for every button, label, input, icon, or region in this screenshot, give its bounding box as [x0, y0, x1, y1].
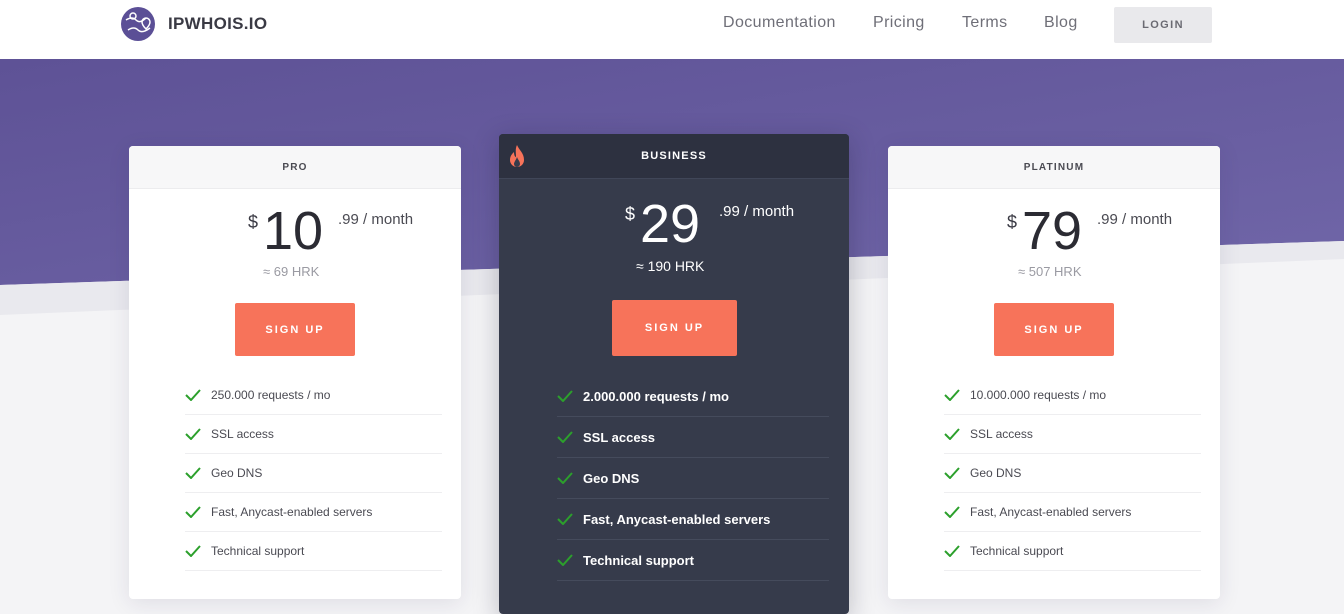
feature-label: SSL access — [211, 427, 274, 441]
feature-item: 10.000.000 requests / mo — [944, 376, 1201, 415]
feature-item: Technical support — [944, 532, 1201, 571]
plan-card-business: BUSINESS $ 29 .99 / month ≈ 190 HRK SIGN… — [499, 134, 849, 614]
feature-label: Geo DNS — [583, 470, 640, 486]
plan-header: BUSINESS — [499, 134, 849, 179]
feature-item: SSL access — [944, 415, 1201, 454]
check-icon — [944, 467, 960, 479]
check-icon — [944, 506, 960, 518]
feature-item: Geo DNS — [185, 454, 442, 493]
check-icon — [557, 390, 573, 402]
feature-item: Technical support — [185, 532, 442, 571]
signup-button[interactable]: SIGN UP — [994, 303, 1114, 356]
feature-item: Fast, Anycast-enabled servers — [557, 499, 829, 540]
feature-label: Technical support — [211, 544, 305, 558]
check-icon — [944, 545, 960, 557]
price-cents-period: .99 / month — [1097, 211, 1173, 228]
feature-label: Technical support — [970, 544, 1064, 558]
check-icon — [557, 513, 573, 525]
feature-item: Technical support — [557, 540, 829, 581]
feature-label: SSL access — [583, 429, 656, 445]
feature-item: 2.000.000 requests / mo — [557, 376, 829, 417]
feature-item: SSL access — [557, 417, 829, 458]
plan-name: PLATINUM — [888, 146, 1220, 189]
feature-list: 10.000.000 requests / mo SSL access Geo … — [944, 376, 1201, 571]
flame-icon — [510, 145, 524, 167]
check-icon — [557, 431, 573, 443]
feature-list: 250.000 requests / mo SSL access Geo DNS… — [185, 376, 442, 571]
feature-label: 2.000.000 requests / mo — [583, 388, 729, 404]
feature-item: Fast, Anycast-enabled servers — [185, 493, 442, 532]
login-button[interactable]: LOGIN — [1114, 7, 1212, 43]
check-icon — [557, 472, 573, 484]
currency-symbol: $ — [248, 212, 259, 232]
local-price: ≈ 69 HRK — [263, 264, 320, 279]
feature-label: SSL access — [970, 427, 1033, 441]
feature-label: Fast, Anycast-enabled servers — [970, 505, 1132, 519]
feature-item: SSL access — [185, 415, 442, 454]
currency-symbol: $ — [1007, 212, 1018, 232]
check-icon — [944, 389, 960, 401]
local-price: ≈ 190 HRK — [636, 258, 705, 274]
nav-documentation[interactable]: Documentation — [723, 14, 836, 32]
local-price: ≈ 507 HRK — [1018, 264, 1082, 279]
feature-label: Technical support — [583, 552, 694, 568]
price-cents-period: .99 / month — [338, 211, 414, 228]
feature-label: 250.000 requests / mo — [211, 388, 331, 402]
plan-name: BUSINESS — [641, 150, 707, 162]
nav-terms[interactable]: Terms — [962, 14, 1008, 32]
signup-button[interactable]: SIGN UP — [235, 303, 355, 356]
plan-name: PRO — [129, 146, 461, 189]
plan-card-pro: PRO $ 10 .99 / month ≈ 69 HRK SIGN UP 25… — [129, 146, 461, 599]
currency-symbol: $ — [625, 204, 636, 224]
check-icon — [185, 389, 201, 401]
feature-label: Geo DNS — [970, 466, 1022, 480]
check-icon — [185, 545, 201, 557]
plan-card-platinum: PLATINUM $ 79 .99 / month ≈ 507 HRK SIGN… — [888, 146, 1220, 599]
check-icon — [944, 428, 960, 440]
price-cents-period: .99 / month — [719, 203, 795, 220]
feature-label: Fast, Anycast-enabled servers — [583, 511, 771, 527]
check-icon — [185, 467, 201, 479]
globe-pin-icon — [121, 7, 155, 41]
signup-button[interactable]: SIGN UP — [612, 300, 737, 356]
feature-item: Geo DNS — [944, 454, 1201, 493]
brand-name: IPWHOIS.IO — [168, 14, 268, 33]
nav-pricing[interactable]: Pricing — [873, 14, 925, 32]
nav-blog[interactable]: Blog — [1044, 14, 1078, 32]
feature-item: 250.000 requests / mo — [185, 376, 442, 415]
feature-item: Geo DNS — [557, 458, 829, 499]
site-header: IPWHOIS.IO Documentation Pricing Terms B… — [0, 0, 1344, 59]
feature-list: 2.000.000 requests / mo SSL access Geo D… — [557, 376, 829, 581]
check-icon — [557, 554, 573, 566]
price-amount: 10 — [263, 201, 324, 261]
price-amount: 29 — [640, 194, 701, 254]
check-icon — [185, 428, 201, 440]
check-icon — [185, 506, 201, 518]
feature-item: Fast, Anycast-enabled servers — [944, 493, 1201, 532]
feature-label: 10.000.000 requests / mo — [970, 388, 1107, 402]
feature-label: Fast, Anycast-enabled servers — [211, 505, 373, 519]
price-amount: 79 — [1022, 201, 1083, 261]
brand-logo[interactable]: IPWHOIS.IO — [120, 6, 267, 42]
feature-label: Geo DNS — [211, 466, 263, 480]
